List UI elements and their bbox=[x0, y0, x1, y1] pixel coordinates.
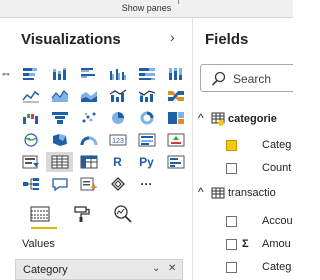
chevron-up-icon[interactable]: ^ bbox=[198, 185, 204, 199]
qa-icon[interactable] bbox=[46, 174, 73, 194]
tab-analytics[interactable] bbox=[111, 203, 135, 225]
field-label: Count bbox=[262, 162, 292, 174]
show-panes-label: Show panes bbox=[121, 3, 172, 13]
chevron-up-icon[interactable]: ^ bbox=[198, 111, 204, 125]
chevron-down-icon[interactable]: ⌄ bbox=[152, 263, 160, 274]
area-chart-icon[interactable] bbox=[46, 86, 73, 106]
close-icon[interactable]: ✕ bbox=[168, 263, 176, 274]
decomposition-tree-icon[interactable] bbox=[17, 174, 44, 194]
r-visual-icon[interactable]: R bbox=[104, 152, 131, 172]
sigma-icon: Σ bbox=[242, 238, 249, 250]
clustered-column-icon[interactable] bbox=[104, 64, 131, 84]
line-stacked-column-icon[interactable] bbox=[133, 86, 160, 106]
line-chart-icon[interactable] bbox=[17, 86, 44, 106]
field-checkbox[interactable] bbox=[226, 239, 237, 250]
field-checkbox[interactable] bbox=[226, 216, 237, 227]
python-visual-icon[interactable]: Py bbox=[133, 152, 160, 172]
100-stacked-bar-icon[interactable] bbox=[133, 64, 160, 84]
svg-text:123: 123 bbox=[112, 138, 124, 145]
fields-title: Fields bbox=[205, 31, 249, 48]
paint-roller-icon bbox=[74, 206, 90, 222]
table-icon bbox=[211, 112, 225, 126]
stacked-column-icon[interactable] bbox=[46, 64, 73, 84]
kpi-icon[interactable] bbox=[162, 130, 189, 150]
field-checkbox[interactable] bbox=[226, 163, 237, 174]
line-clustered-column-icon[interactable] bbox=[104, 86, 131, 106]
field-well-value: Category bbox=[23, 264, 68, 276]
map-icon[interactable] bbox=[17, 130, 44, 150]
waterfall-icon[interactable] bbox=[17, 108, 44, 128]
field-label: Accou bbox=[262, 215, 293, 227]
fields-well-icon bbox=[30, 206, 50, 222]
field-label: Amou bbox=[262, 238, 291, 250]
clustered-bar-icon[interactable] bbox=[75, 64, 102, 84]
search-placeholder: Search bbox=[233, 72, 272, 86]
treemap-icon[interactable] bbox=[162, 108, 189, 128]
card-icon[interactable]: 123 bbox=[104, 130, 131, 150]
funnel-icon[interactable] bbox=[46, 108, 73, 128]
tab-format[interactable] bbox=[70, 203, 94, 225]
visual-gallery: 123 R Py ··· bbox=[17, 64, 184, 204]
active-tab-indicator bbox=[31, 227, 57, 229]
pie-icon[interactable] bbox=[104, 108, 131, 128]
show-panes-bar[interactable]: Show panes bbox=[0, 0, 293, 18]
resize-handle-icon[interactable]: ⇔ bbox=[0, 66, 12, 80]
table-name: categorie bbox=[228, 113, 277, 125]
slicer-icon[interactable] bbox=[17, 152, 44, 172]
gauge-icon[interactable] bbox=[75, 130, 102, 150]
tab-fields[interactable] bbox=[28, 203, 52, 225]
visualizations-title: Visualizations bbox=[21, 31, 121, 48]
stacked-bar-icon[interactable] bbox=[17, 64, 44, 84]
field-checkbox[interactable] bbox=[226, 262, 237, 273]
power-apps-icon[interactable] bbox=[104, 174, 131, 194]
values-field-well[interactable]: Category ⌄ ✕ bbox=[15, 259, 183, 280]
field-checkbox[interactable] bbox=[226, 140, 237, 151]
stacked-area-icon[interactable] bbox=[75, 86, 102, 106]
pane-divider bbox=[192, 18, 193, 280]
field-label: Categ bbox=[262, 261, 292, 273]
table-icon bbox=[211, 187, 225, 199]
donut-icon[interactable] bbox=[133, 108, 160, 128]
analytics-magnifier-icon bbox=[114, 205, 132, 223]
key-influencers-icon[interactable] bbox=[162, 152, 189, 172]
more-icon[interactable]: ··· bbox=[133, 174, 160, 194]
scatter-icon[interactable] bbox=[75, 108, 102, 128]
filled-map-icon[interactable] bbox=[46, 130, 73, 150]
ribbon-chart-icon[interactable] bbox=[162, 86, 189, 106]
smart-narrative-icon[interactable] bbox=[75, 174, 102, 194]
table-name: transactio bbox=[228, 187, 276, 199]
100-stacked-column-icon[interactable] bbox=[162, 64, 189, 84]
table-icon[interactable] bbox=[46, 152, 73, 172]
multi-row-card-icon[interactable] bbox=[133, 130, 160, 150]
field-label: Categ bbox=[262, 139, 292, 151]
search-input[interactable]: Search bbox=[200, 64, 293, 92]
matrix-icon[interactable] bbox=[75, 152, 102, 172]
collapse-chevron-icon[interactable]: › bbox=[170, 29, 175, 45]
values-label: Values bbox=[22, 238, 55, 250]
search-icon bbox=[211, 71, 226, 86]
